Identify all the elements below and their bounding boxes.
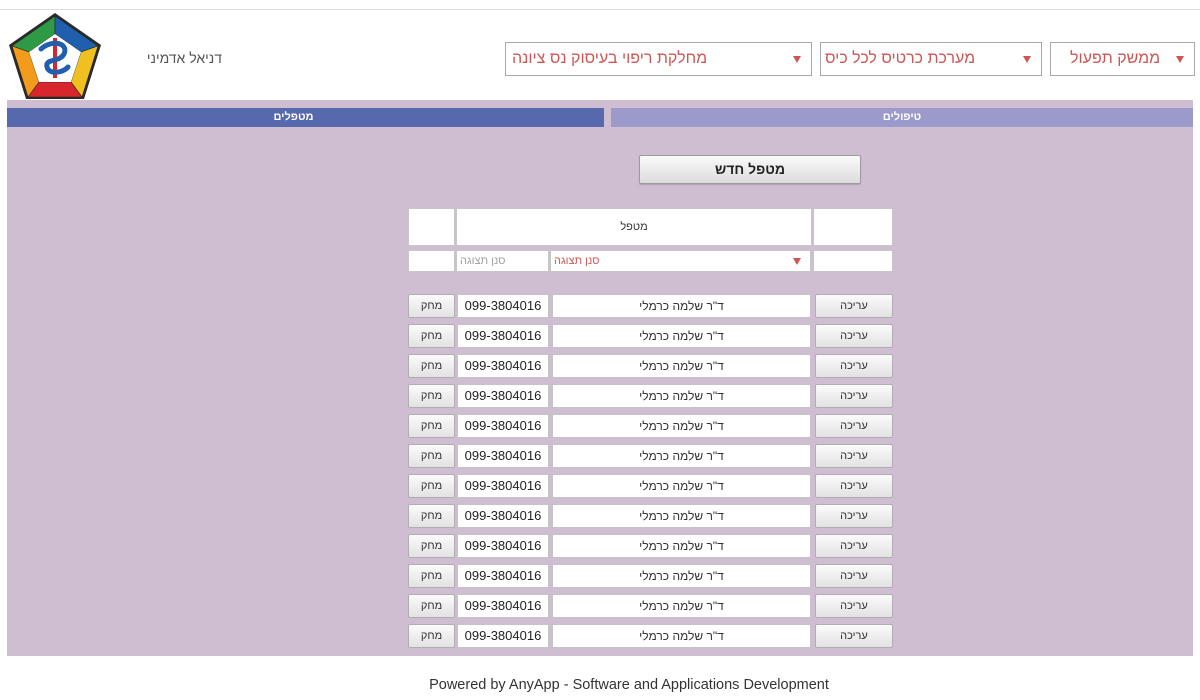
delete-button[interactable]: מחק xyxy=(408,594,455,618)
phone-field[interactable]: 099-3804016 xyxy=(457,564,549,588)
filter-cell-empty[interactable] xyxy=(813,250,893,272)
phone-field[interactable]: 099-3804016 xyxy=(457,414,549,438)
phone-field[interactable]: 099-3804016 xyxy=(457,294,549,318)
name-field[interactable]: ד"ר שלמה כרמלי xyxy=(552,534,811,558)
header-cell-edit-column xyxy=(813,208,893,246)
phone-field[interactable]: 099-3804016 xyxy=(457,594,549,618)
footer-credit: Powered by AnyApp - Software and Applica… xyxy=(429,677,829,693)
name-field[interactable]: ד"ר שלמה כרמלי xyxy=(552,564,811,588)
new-therapist-button[interactable]: מטפל חדש xyxy=(639,155,861,184)
dropdown-arrow-icon xyxy=(793,56,801,63)
table-row: מחק 099-3804016 ד"ר שלמה כרמלי עריכה xyxy=(408,354,893,378)
interface-select-value: ממשק תפעול xyxy=(1070,50,1161,67)
table-row: מחק 099-3804016 ד"ר שלמה כרמלי עריכה xyxy=(408,444,893,468)
delete-button[interactable]: מחק xyxy=(408,534,455,558)
name-field[interactable]: ד"ר שלמה כרמלי xyxy=(552,444,811,468)
phone-field[interactable]: 099-3804016 xyxy=(457,354,549,378)
edit-button[interactable]: עריכה xyxy=(815,354,893,378)
name-field[interactable]: ד"ר שלמה כרמלי xyxy=(552,624,811,648)
name-field[interactable]: ד"ר שלמה כרמלי xyxy=(552,594,811,618)
name-field[interactable]: ד"ר שלמה כרמלי xyxy=(552,294,811,318)
delete-button[interactable]: מחק xyxy=(408,474,455,498)
table-row: מחק 099-3804016 ד"ר שלמה כרמלי עריכה xyxy=(408,504,893,528)
delete-button[interactable]: מחק xyxy=(408,294,455,318)
table-row: מחק 099-3804016 ד"ר שלמה כרמלי עריכה xyxy=(408,324,893,348)
edit-button[interactable]: עריכה xyxy=(815,474,893,498)
table-row: מחק 099-3804016 ד"ר שלמה כרמלי עריכה xyxy=(408,474,893,498)
table-body: מחק 099-3804016 ד"ר שלמה כרמלי עריכה מחק 099-… xyxy=(408,294,893,654)
name-field[interactable]: ד"ר שלמה כרמלי xyxy=(552,414,811,438)
delete-button[interactable]: מחק xyxy=(408,354,455,378)
header-divider xyxy=(0,9,1200,10)
system-select-value: מערכת כרטיס לכל כיס xyxy=(825,50,976,67)
phone-filter-placeholder: סנן תצוגה xyxy=(460,255,506,267)
table-row: מחק 099-3804016 ד"ר שלמה כרמלי עריכה xyxy=(408,564,893,588)
edit-button[interactable]: עריכה xyxy=(815,384,893,408)
name-filter-select[interactable]: סנן תצוגה xyxy=(550,250,811,272)
system-select[interactable]: מערכת כרטיס לכל כיס xyxy=(820,42,1042,76)
phone-filter-input[interactable]: סנן תצוגה xyxy=(456,250,549,272)
delete-button[interactable]: מחק xyxy=(408,324,455,348)
user-name: דניאל אדמיני xyxy=(146,50,222,66)
header-cell-delete-column xyxy=(408,208,455,246)
table-row: מחק 099-3804016 ד"ר שלמה כרמלי עריכה xyxy=(408,594,893,618)
delete-button[interactable]: מחק xyxy=(408,384,455,408)
edit-button[interactable]: עריכה xyxy=(815,444,893,468)
dropdown-arrow-icon xyxy=(1023,56,1031,63)
edit-button[interactable]: עריכה xyxy=(815,294,893,318)
tab-therapists[interactable]: מטפלים xyxy=(7,108,604,127)
delete-button[interactable]: מחק xyxy=(408,414,455,438)
phone-field[interactable]: 099-3804016 xyxy=(457,384,549,408)
phone-field[interactable]: 099-3804016 xyxy=(457,444,549,468)
logo xyxy=(9,13,101,99)
delete-button[interactable]: מחק xyxy=(408,624,455,648)
phone-field[interactable]: 099-3804016 xyxy=(457,324,549,348)
phone-field[interactable]: 099-3804016 xyxy=(457,624,549,648)
edit-button[interactable]: עריכה xyxy=(815,504,893,528)
edit-button[interactable]: עריכה xyxy=(815,624,893,648)
filter-cell-empty[interactable] xyxy=(408,250,455,272)
edit-button[interactable]: עריכה xyxy=(815,564,893,588)
edit-button[interactable]: עריכה xyxy=(815,414,893,438)
edit-button[interactable]: עריכה xyxy=(815,594,893,618)
tab-treatments[interactable]: טיפולים xyxy=(611,108,1193,127)
name-field[interactable]: ד"ר שלמה כרמלי xyxy=(552,504,811,528)
table-row: מחק 099-3804016 ד"ר שלמה כרמלי עריכה xyxy=(408,294,893,318)
name-field[interactable]: ד"ר שלמה כרמלי xyxy=(552,324,811,348)
header-cell-therapist: מטפל xyxy=(456,208,812,246)
department-select[interactable]: מחלקת ריפוי בעיסוק נס ציונה xyxy=(505,42,812,76)
name-field[interactable]: ד"ר שלמה כרמלי xyxy=(552,354,811,378)
dropdown-arrow-icon xyxy=(1176,56,1184,63)
name-field[interactable]: ד"ר שלמה כרמלי xyxy=(552,384,811,408)
phone-field[interactable]: 099-3804016 xyxy=(457,534,549,558)
phone-field[interactable]: 099-3804016 xyxy=(457,474,549,498)
delete-button[interactable]: מחק xyxy=(408,564,455,588)
interface-select[interactable]: ממשק תפעול xyxy=(1050,42,1195,76)
edit-button[interactable]: עריכה xyxy=(815,324,893,348)
delete-button[interactable]: מחק xyxy=(408,504,455,528)
table-row: מחק 099-3804016 ד"ר שלמה כרמלי עריכה xyxy=(408,384,893,408)
delete-button[interactable]: מחק xyxy=(408,444,455,468)
name-filter-select-value: סנן תצוגה xyxy=(554,255,600,267)
department-select-value: מחלקת ריפוי בעיסוק נס ציונה xyxy=(512,50,708,67)
phone-field[interactable]: 099-3804016 xyxy=(457,504,549,528)
name-field[interactable]: ד"ר שלמה כרמלי xyxy=(552,474,811,498)
table-row: מחק 099-3804016 ד"ר שלמה כרמלי עריכה xyxy=(408,624,893,648)
table-row: מחק 099-3804016 ד"ר שלמה כרמלי עריכה xyxy=(408,414,893,438)
table-row: מחק 099-3804016 ד"ר שלמה כרמלי עריכה xyxy=(408,534,893,558)
content-area: מטפלים טיפולים מטפל חדש מטפל סנן תצוגה ס… xyxy=(7,100,1193,656)
dropdown-arrow-icon xyxy=(793,258,801,265)
edit-button[interactable]: עריכה xyxy=(815,534,893,558)
